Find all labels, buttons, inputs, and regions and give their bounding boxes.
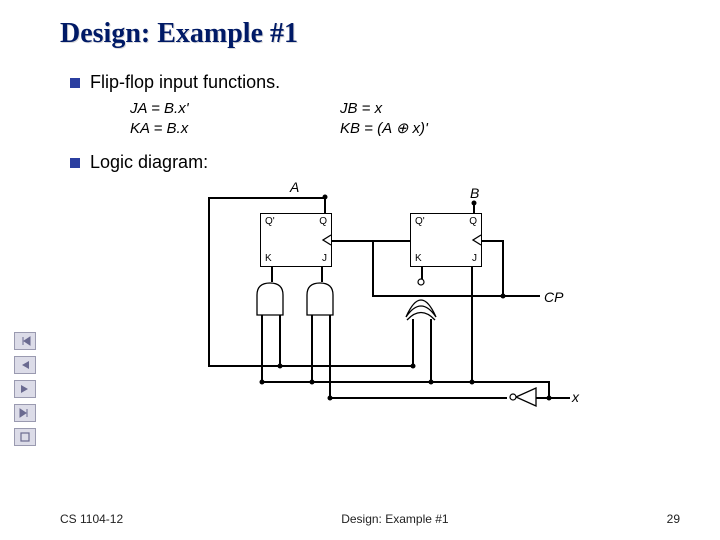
wire xyxy=(261,315,263,381)
inverter-icon xyxy=(506,385,540,409)
nav-home-icon[interactable] xyxy=(14,428,36,446)
wire xyxy=(329,315,331,397)
xnor-gate-icon xyxy=(402,277,440,321)
clock-wedge-icon xyxy=(468,233,482,247)
wire xyxy=(372,295,540,297)
node-dot-icon xyxy=(278,364,283,369)
eq-kb: KB = (A ⊕ x)' xyxy=(340,119,550,139)
nav-last-icon[interactable] xyxy=(14,404,36,422)
node-dot-icon xyxy=(547,396,552,401)
wire xyxy=(321,267,323,282)
bullet-ff-inputs: Flip-flop input functions. xyxy=(70,72,680,93)
and-gate-icon xyxy=(303,281,337,317)
node-dot-icon xyxy=(310,380,315,385)
page-title: Design: Example #1 xyxy=(60,18,680,50)
wire xyxy=(208,365,414,367)
label-x: x xyxy=(572,389,579,405)
eq-ja: JA = B.x' xyxy=(130,99,340,119)
nav-next-icon[interactable] xyxy=(14,380,36,398)
ff-a-k: K xyxy=(265,253,272,264)
bullet-logic: Logic diagram: xyxy=(70,152,680,173)
ff-b-qp: Q' xyxy=(415,216,425,227)
wire xyxy=(502,240,504,296)
node-dot-icon xyxy=(411,364,416,369)
wire xyxy=(208,197,210,365)
and-gate-icon xyxy=(253,281,287,317)
wire xyxy=(311,315,313,381)
ff-a-j: J xyxy=(322,253,327,264)
clock-wedge-icon xyxy=(318,233,332,247)
nav-first-icon[interactable] xyxy=(14,332,36,350)
footer-page-number: 29 xyxy=(667,512,680,526)
node-dot-icon xyxy=(429,380,434,385)
label-cp: CP xyxy=(544,289,563,305)
footer: CS 1104-12 Design: Example #1 29 xyxy=(60,512,680,526)
eq-jb: JB = x xyxy=(340,99,550,119)
flipflop-a: Q' Q K J xyxy=(260,213,332,267)
label-a: A xyxy=(290,179,299,195)
node-dot-icon xyxy=(328,396,333,401)
wire xyxy=(279,315,281,365)
wire xyxy=(208,197,324,199)
bullet-ff-inputs-text: Flip-flop input functions. xyxy=(90,72,280,93)
wire xyxy=(471,267,473,381)
nav-sidebar xyxy=(14,332,36,446)
eq-ka: KA = B.x xyxy=(130,119,340,139)
footer-left: CS 1104-12 xyxy=(60,512,123,526)
wire xyxy=(536,397,570,399)
wire xyxy=(473,203,475,204)
nav-prev-icon[interactable] xyxy=(14,356,36,374)
footer-center: Design: Example #1 xyxy=(123,512,666,526)
ff-a-qp: Q' xyxy=(265,216,275,227)
wire xyxy=(271,267,273,282)
flipflop-b: Q' Q K J xyxy=(410,213,482,267)
equations: JA = B.x' KA = B.x JB = x KB = (A ⊕ x)' xyxy=(130,99,680,138)
ff-b-k: K xyxy=(415,253,422,264)
ff-b-q: Q xyxy=(469,216,477,227)
wire xyxy=(510,381,550,383)
ff-b-j: J xyxy=(472,253,477,264)
wire xyxy=(430,319,432,381)
bullet-icon xyxy=(70,158,80,168)
wire xyxy=(332,240,410,242)
label-b: B xyxy=(470,185,479,201)
node-dot-icon xyxy=(470,380,475,385)
ff-a-q: Q xyxy=(319,216,327,227)
wire xyxy=(482,240,504,242)
wire xyxy=(412,319,414,365)
logic-diagram: A B CP x Q' Q K J Q' Q K J xyxy=(140,179,600,419)
bullet-icon xyxy=(70,78,80,88)
slide: Design: Example #1 Flip-flop input funct… xyxy=(0,0,720,540)
node-dot-icon xyxy=(501,294,506,299)
wire xyxy=(372,240,374,296)
wire xyxy=(329,397,507,399)
bullet-logic-text: Logic diagram: xyxy=(90,152,208,173)
node-dot-icon xyxy=(260,380,265,385)
